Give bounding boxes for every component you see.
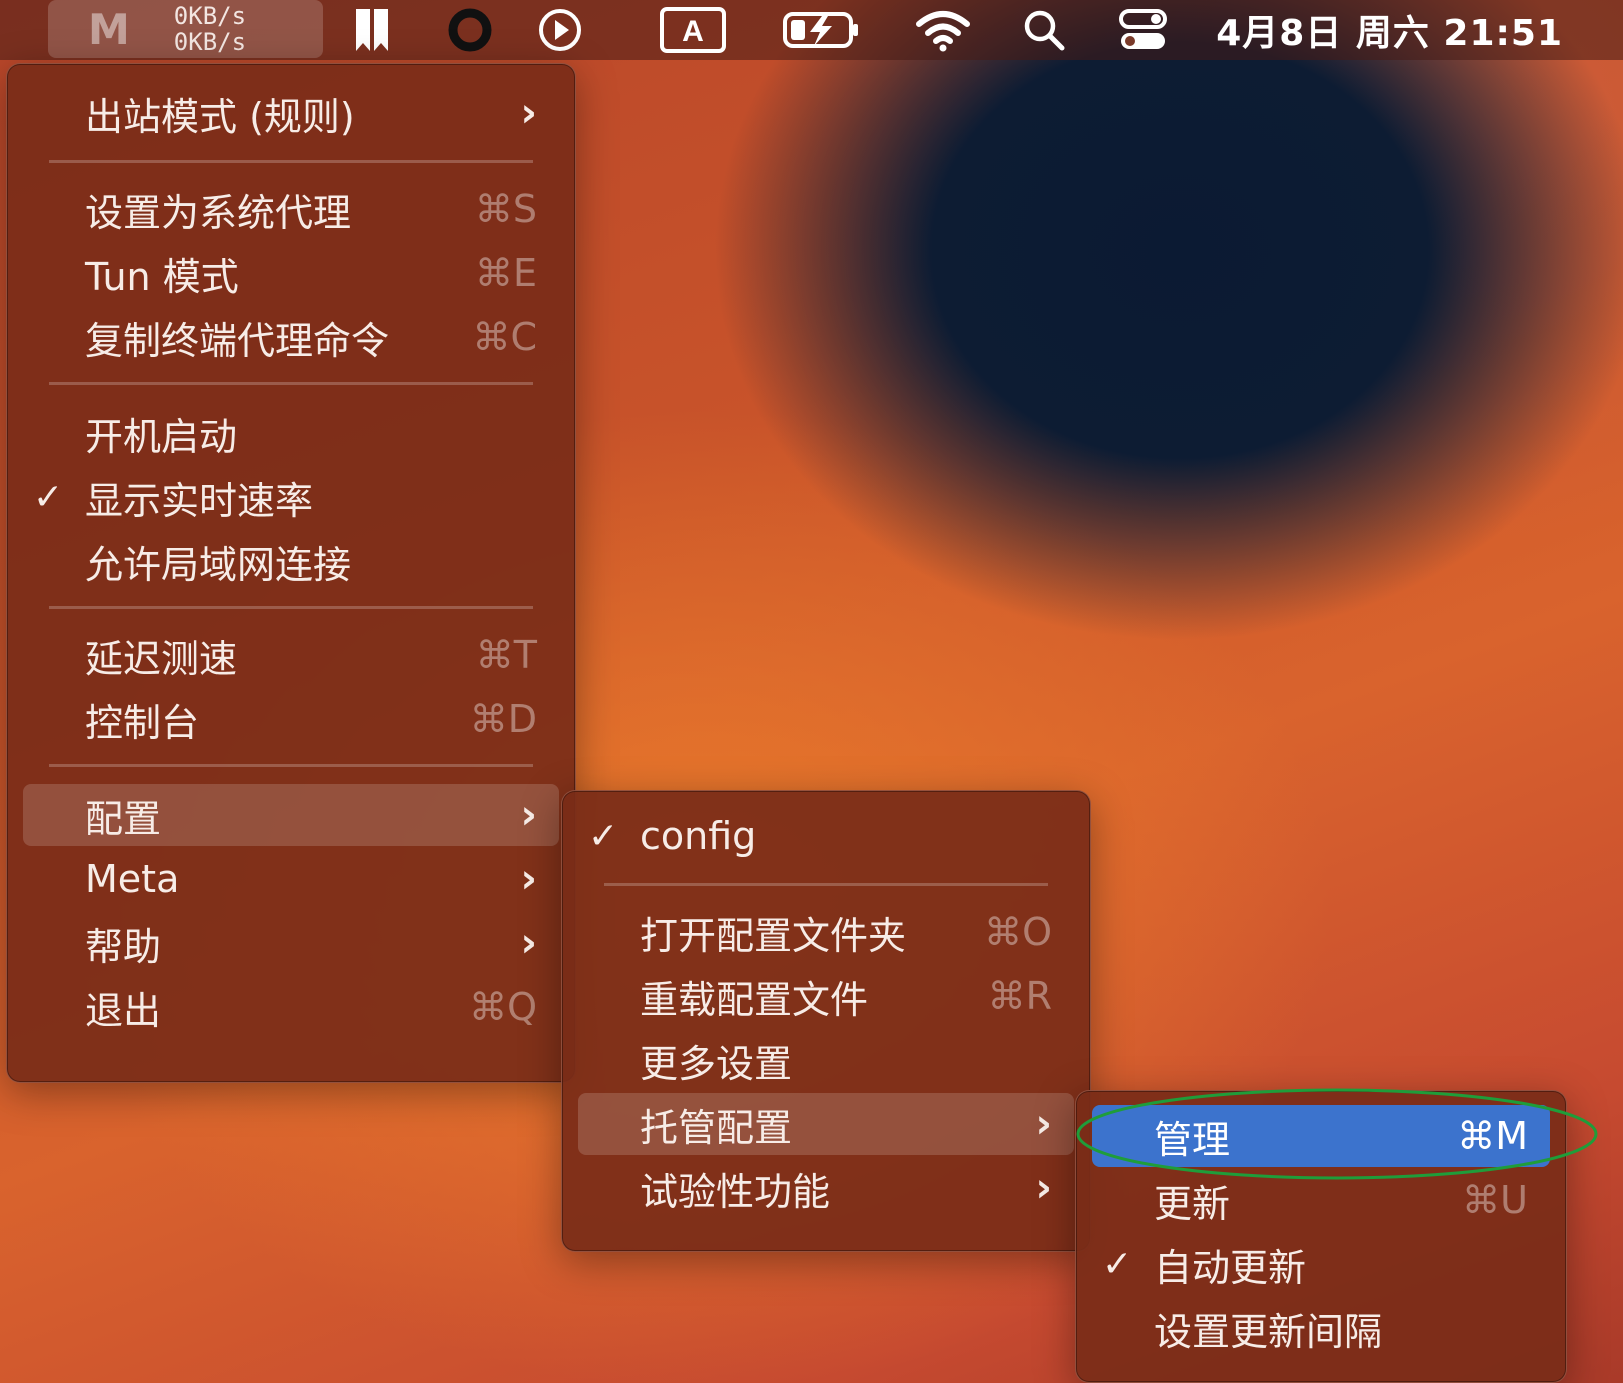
menu-item-shortcut: ⌘E	[474, 251, 537, 295]
control-center-icon[interactable]	[1108, 0, 1178, 60]
menu-item-open-config-folder[interactable]: 打开配置文件夹 ⌘O	[578, 901, 1074, 963]
menu-item-label: 重载配置文件	[640, 977, 869, 1022]
clash-main-menu: 出站模式 (规则) › 设置为系统代理 ⌘S Tun 模式 ⌘E 复制终端代理命…	[6, 63, 576, 1083]
menu-item-allow-lan[interactable]: 允许局域网连接	[23, 530, 559, 592]
menu-item-label: 延迟测速	[85, 636, 238, 681]
download-speed: 0KB/s	[173, 28, 247, 56]
checkmark-icon: ✓	[588, 815, 619, 857]
upload-speed: 0KB/s	[173, 2, 247, 30]
menu-item-label: Meta	[85, 857, 180, 901]
menu-item-update[interactable]: 更新 ⌘U	[1092, 1169, 1550, 1231]
menu-item-label: Tun 模式	[85, 254, 239, 299]
menu-item-label: 更多设置	[640, 1041, 793, 1086]
menu-item-shortcut: ⌘D	[469, 697, 537, 741]
menu-separator	[49, 764, 533, 767]
menu-item-label: 开机启动	[85, 414, 238, 459]
hosted-config-submenu: 管理 ⌘M 更新 ⌘U ✓ 自动更新 设置更新间隔	[1075, 1090, 1567, 1383]
menu-item-label: 退出	[85, 988, 162, 1033]
menu-separator	[49, 606, 533, 609]
menu-item-label: 显示实时速率	[85, 478, 314, 523]
menu-item-label: 托管配置	[640, 1105, 793, 1150]
menu-separator	[49, 160, 533, 163]
battery-charging-icon[interactable]	[780, 0, 864, 60]
menu-item-shortcut: ⌘C	[472, 315, 537, 359]
menu-item-system-proxy[interactable]: 设置为系统代理 ⌘S	[23, 178, 559, 240]
menu-item-experimental[interactable]: 试验性功能 ›	[578, 1157, 1074, 1219]
menu-item-shortcut: ⌘R	[987, 974, 1052, 1018]
menu-item-shortcut: ⌘U	[1462, 1178, 1528, 1222]
menu-item-outbound-mode[interactable]: 出站模式 (规则) ›	[23, 82, 559, 144]
menu-item-latency-test[interactable]: 延迟测速 ⌘T	[23, 624, 559, 686]
menu-item-label: 自动更新	[1154, 1245, 1307, 1290]
menu-item-label: 控制台	[85, 700, 200, 745]
menu-item-more-settings[interactable]: 更多设置	[578, 1029, 1074, 1091]
input-source-icon[interactable]: A	[656, 0, 730, 60]
menu-item-tun-mode[interactable]: Tun 模式 ⌘E	[23, 242, 559, 304]
wifi-icon[interactable]	[908, 0, 978, 60]
menu-item-help[interactable]: 帮助 ›	[23, 912, 559, 974]
menu-item-label: 设置更新间隔	[1154, 1309, 1383, 1354]
menu-item-label: 帮助	[85, 924, 162, 969]
menu-item-shortcut: ⌘T	[475, 633, 537, 677]
menu-item-update-interval[interactable]: 设置更新间隔	[1092, 1297, 1550, 1359]
menu-item-label: 出站模式 (规则)	[85, 94, 355, 139]
play-icon[interactable]	[528, 0, 592, 60]
search-icon[interactable]	[1012, 0, 1076, 60]
menu-item-shortcut: ⌘Q	[469, 985, 537, 1029]
menu-item-show-speed[interactable]: ✓ 显示实时速率	[23, 466, 559, 528]
menu-item-launch-at-login[interactable]: 开机启动	[23, 402, 559, 464]
menu-separator	[49, 382, 533, 385]
bookmark-icon[interactable]	[340, 0, 404, 60]
menu-item-shortcut: ⌘S	[474, 187, 537, 231]
menu-item-label: config	[640, 814, 757, 858]
menu-item-label: 打开配置文件夹	[640, 913, 907, 958]
menu-item-label: 配置	[85, 796, 162, 841]
menu-item-manage[interactable]: 管理 ⌘M	[1092, 1105, 1550, 1167]
chevron-right-icon: ›	[1035, 1101, 1052, 1147]
chevron-right-icon: ›	[520, 90, 537, 136]
app-logo-icon: M	[88, 4, 130, 54]
menu-item-dashboard[interactable]: 控制台 ⌘D	[23, 688, 559, 750]
menu-item-label: 更新	[1154, 1181, 1231, 1226]
menu-bar: M 0KB/s 0KB/s A 4月8日 周六 21:51	[0, 0, 1623, 60]
menu-item-reload-config[interactable]: 重载配置文件 ⌘R	[578, 965, 1074, 1027]
checkmark-icon: ✓	[33, 476, 64, 518]
input-source-letter: A	[682, 15, 704, 48]
chevron-right-icon: ›	[520, 856, 537, 902]
menu-item-meta[interactable]: Meta ›	[23, 848, 559, 910]
circle-ring-icon[interactable]	[438, 0, 502, 60]
chevron-right-icon: ›	[1035, 1165, 1052, 1211]
menu-item-shortcut: ⌘O	[984, 910, 1052, 954]
menu-item-label: 试验性功能	[640, 1169, 831, 1214]
speed-readout: 0KB/s 0KB/s	[174, 3, 246, 55]
clock[interactable]: 4月8日 周六 21:51	[1216, 0, 1563, 60]
menu-item-label: 管理	[1154, 1117, 1231, 1162]
menu-separator	[604, 883, 1048, 886]
menu-item-config-file[interactable]: ✓ config	[578, 805, 1074, 867]
menu-item-auto-update[interactable]: ✓ 自动更新	[1092, 1233, 1550, 1295]
config-submenu: ✓ config 打开配置文件夹 ⌘O 重载配置文件 ⌘R 更多设置 托管配置 …	[561, 790, 1091, 1252]
menu-item-copy-terminal-proxy[interactable]: 复制终端代理命令 ⌘C	[23, 306, 559, 368]
clash-status-item[interactable]: M 0KB/s 0KB/s	[48, 0, 323, 58]
menu-item-config[interactable]: 配置 ›	[23, 784, 559, 846]
menu-item-quit[interactable]: 退出 ⌘Q	[23, 976, 559, 1038]
menu-item-label: 设置为系统代理	[85, 190, 352, 235]
checkmark-icon: ✓	[1102, 1243, 1133, 1285]
menu-item-label: 允许局域网连接	[85, 542, 352, 587]
menu-item-hosted-config[interactable]: 托管配置 ›	[578, 1093, 1074, 1155]
menu-item-shortcut: ⌘M	[1457, 1114, 1528, 1158]
chevron-right-icon: ›	[520, 792, 537, 838]
chevron-right-icon: ›	[520, 920, 537, 966]
menu-item-label: 复制终端代理命令	[85, 318, 390, 363]
